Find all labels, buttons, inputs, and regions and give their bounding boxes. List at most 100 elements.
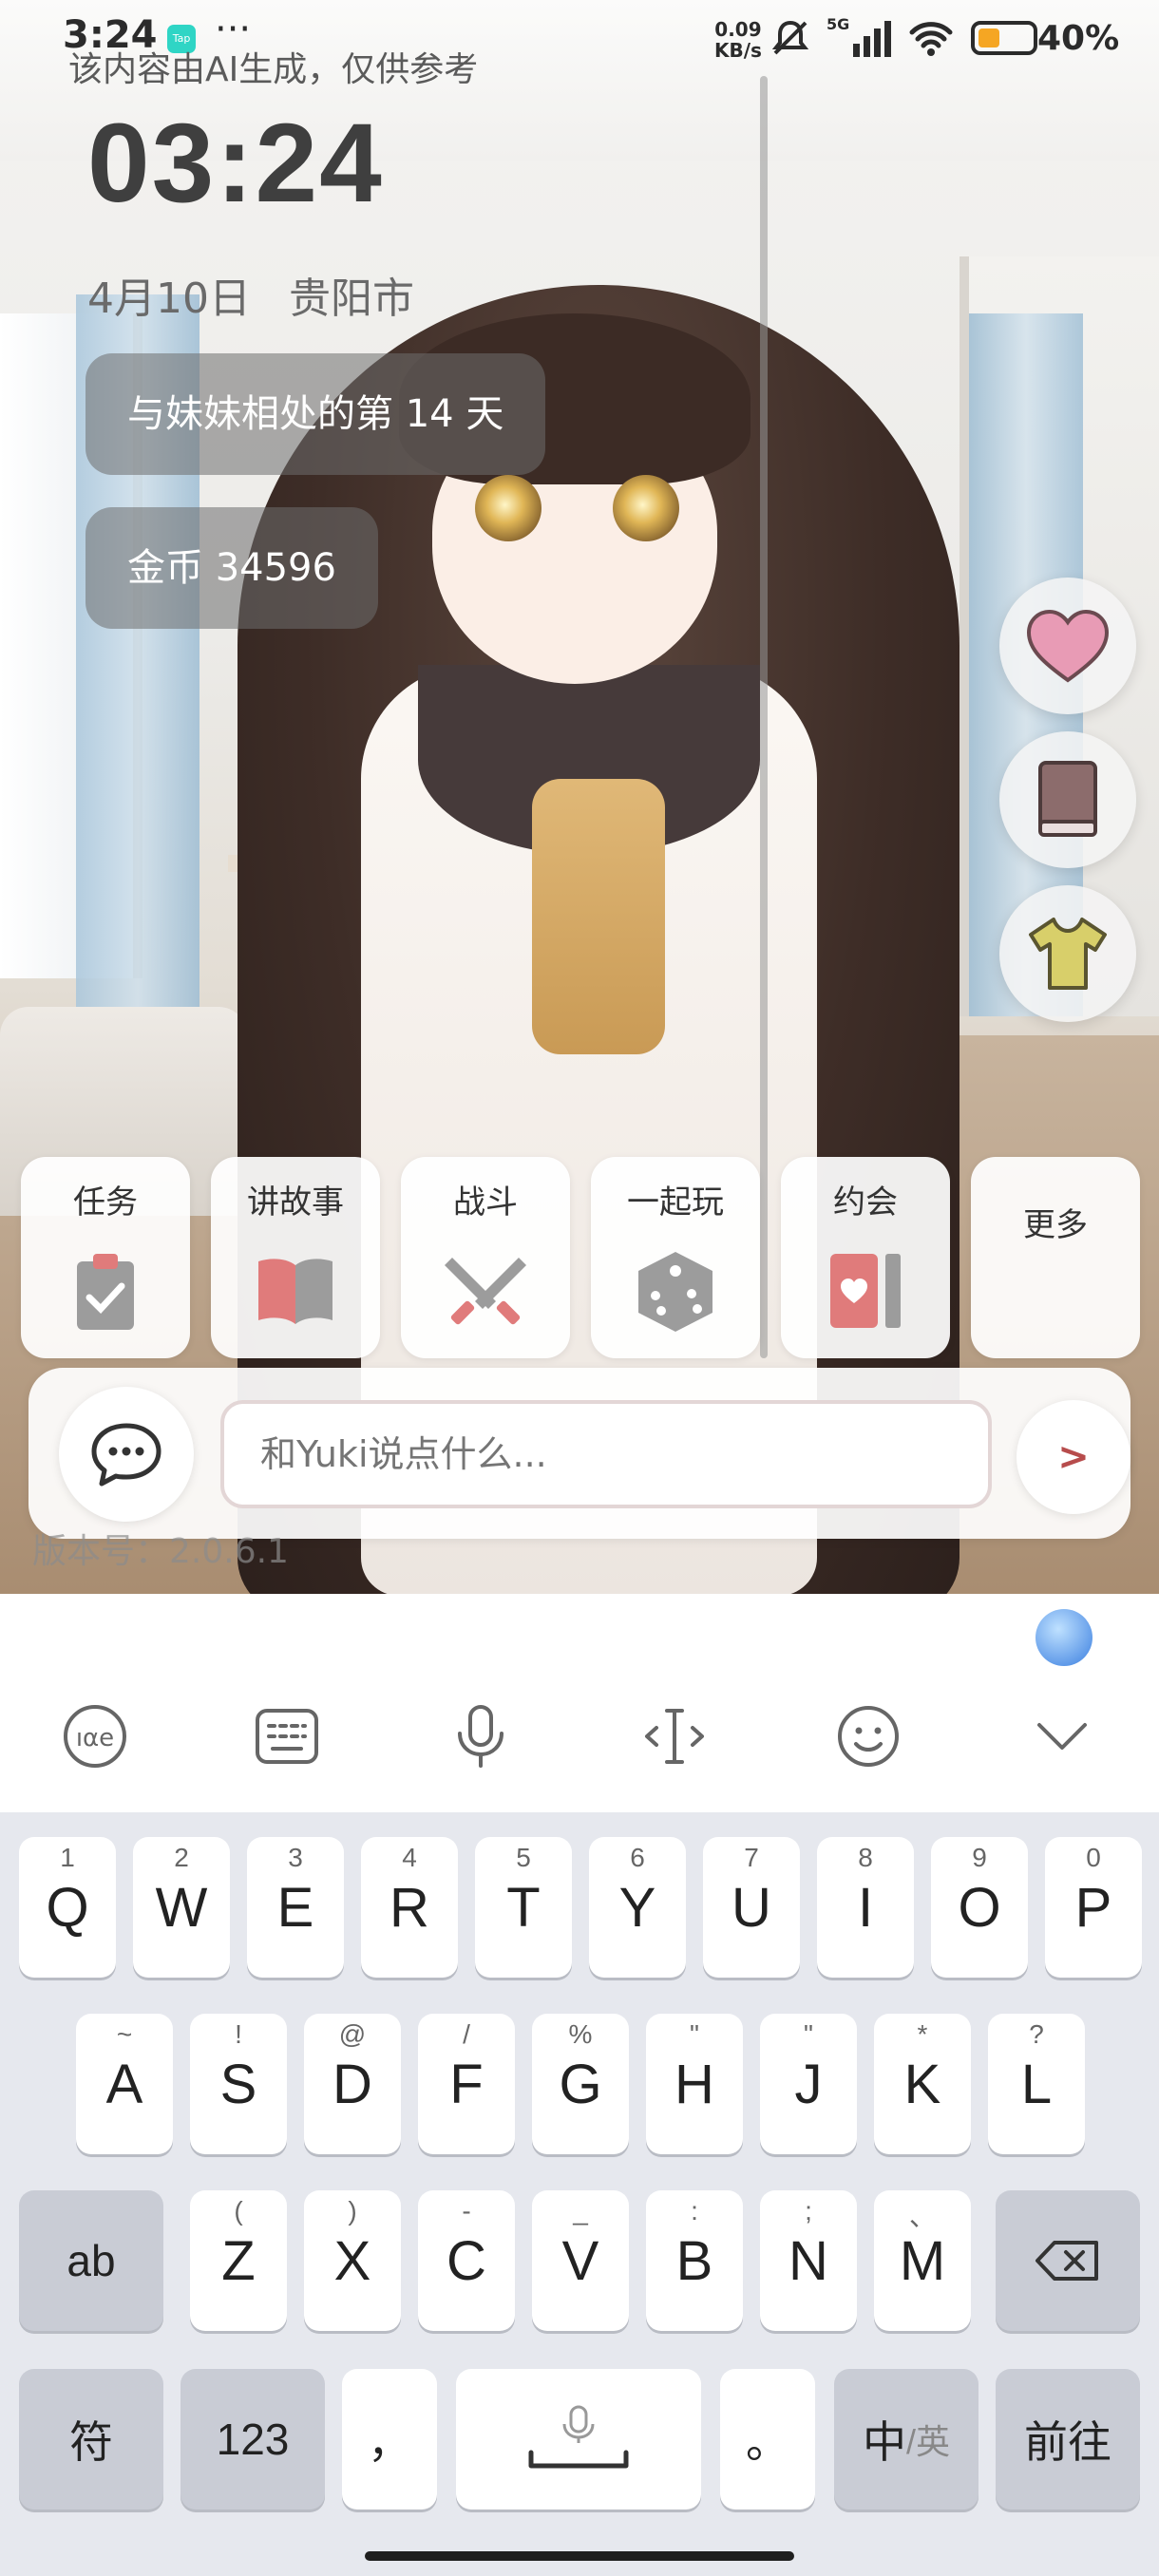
key-f[interactable]: / F <box>418 2014 515 2154</box>
key-c[interactable]: -C <box>418 2190 515 2331</box>
open-book-icon <box>258 1259 332 1324</box>
key-label: M <box>899 2229 946 2292</box>
key-hint: 9 <box>972 1843 987 1872</box>
key-label: N <box>788 2229 828 2292</box>
chat-input[interactable] <box>220 1400 992 1508</box>
key-label: X <box>333 2229 371 2292</box>
key-g[interactable]: % G <box>532 2014 629 2154</box>
key-t[interactable]: 5T <box>475 1837 572 1978</box>
home-indicator[interactable] <box>365 2551 794 2561</box>
key-m[interactable]: 、 M <box>874 2190 971 2331</box>
battle-card[interactable]: 战斗 <box>401 1157 570 1358</box>
key-j[interactable]: " J <box>760 2014 857 2154</box>
key-i[interactable]: 8I <box>817 1837 914 1978</box>
key-s[interactable]: ! S <box>190 2014 287 2154</box>
battery-icon <box>971 21 1037 55</box>
voice-input-button[interactable] <box>443 1698 519 1774</box>
key-h[interactable]: " H <box>646 2014 743 2154</box>
ab-key-label: ab <box>66 2236 116 2285</box>
key-d[interactable]: @ D <box>304 2014 401 2154</box>
diary-button[interactable] <box>999 731 1136 868</box>
key-y[interactable]: 6Y <box>589 1837 686 1978</box>
send-button[interactable]: > <box>1016 1400 1130 1514</box>
key-e[interactable]: 3E <box>247 1837 344 1978</box>
microphone-icon <box>458 1705 504 1768</box>
key-v[interactable]: _ V <box>532 2190 629 2331</box>
key-label: J <box>794 2053 823 2115</box>
key-n[interactable]: ; N <box>760 2190 857 2331</box>
key-a[interactable]: ~ A <box>76 2014 173 2154</box>
wifi-icon <box>909 22 953 56</box>
ab-key[interactable]: ab <box>19 2190 163 2331</box>
keyboard: 1Q2W3E4R5T6Y7U8I9O0P ~ A! S @ D / F% G " H " J * K? L … <box>0 1812 1159 2576</box>
ime-mascot-icon[interactable] <box>1036 1609 1092 1666</box>
keyboard-layout-button[interactable] <box>249 1698 325 1774</box>
key-hint: _ <box>573 2196 588 2226</box>
space-key[interactable] <box>456 2369 701 2510</box>
story-card[interactable]: 讲故事 <box>211 1157 380 1358</box>
date-card[interactable]: 约会 <box>781 1157 950 1358</box>
backspace-icon <box>1036 2241 1098 2281</box>
task-card[interactable]: 任务 <box>21 1157 190 1358</box>
emoji-icon <box>838 1706 899 1767</box>
key-q[interactable]: 1Q <box>19 1837 116 1978</box>
clock: 03:24 <box>87 101 384 226</box>
symbol-key-label: 符 <box>69 2417 113 2467</box>
key-l[interactable]: ? L <box>988 2014 1085 2154</box>
key-hint: 、 <box>908 2202 936 2231</box>
key-hint: ! <box>235 2019 242 2049</box>
battery-level <box>978 28 999 47</box>
key-o[interactable]: 9O <box>931 1837 1028 1978</box>
key-hint: 2 <box>174 1843 189 1872</box>
comma-key[interactable]: ， <box>342 2369 437 2510</box>
key-u[interactable]: 7U <box>703 1837 800 1978</box>
key-label: W <box>155 1876 208 1939</box>
scarf <box>532 779 665 1054</box>
crossed-swords-icon <box>445 1258 526 1325</box>
key-hint: ? <box>1029 2019 1044 2049</box>
key-hint: % <box>568 2019 593 2049</box>
symbol-key[interactable]: 符 <box>19 2369 163 2510</box>
city: 贵阳市 <box>288 275 414 323</box>
collapse-keyboard-button[interactable] <box>1024 1698 1100 1774</box>
key-w[interactable]: 2W <box>133 1837 230 1978</box>
date-location: 4月10日 贵阳市 <box>87 264 452 325</box>
favor-button[interactable] <box>999 578 1136 714</box>
space-mic-icon <box>528 2405 629 2469</box>
key-label: C <box>446 2229 486 2292</box>
emoji-button[interactable] <box>830 1698 906 1774</box>
heart-icon <box>1026 609 1110 683</box>
chat-bubble-icon <box>91 1423 162 1487</box>
key-p[interactable]: 0P <box>1045 1837 1142 1978</box>
clipboard-check-icon <box>77 1254 134 1330</box>
key-b[interactable]: :B <box>646 2190 743 2331</box>
period-key[interactable]: 。 <box>720 2369 815 2510</box>
key-label: L <box>1020 2053 1053 2115</box>
bell-muted-icon <box>771 20 809 55</box>
wardrobe-button[interactable] <box>999 885 1136 1022</box>
key-r[interactable]: 4R <box>361 1837 458 1978</box>
key-label: V <box>561 2229 599 2292</box>
key-k[interactable]: * K <box>874 2014 971 2154</box>
date-label: 约会 <box>833 1184 898 1222</box>
key-label: H <box>674 2053 714 2115</box>
key-hint: 5 <box>516 1843 531 1872</box>
network-speed: 0.09 KB/s <box>714 19 762 61</box>
go-key[interactable]: 前往 <box>996 2369 1140 2510</box>
key-hint: 4 <box>402 1843 417 1872</box>
key-label: A <box>105 2053 143 2115</box>
number-key[interactable]: 123 <box>180 2369 325 2510</box>
dice-icon <box>638 1252 712 1332</box>
chat-history-button[interactable] <box>59 1387 194 1522</box>
key-hint: " <box>690 2019 699 2049</box>
key-z[interactable]: (Z <box>190 2190 287 2331</box>
play-label: 一起玩 <box>627 1184 724 1222</box>
play-card[interactable]: 一起玩 <box>591 1157 760 1358</box>
action-cards: 任务 讲故事 战斗 一起玩 约会 更多 <box>21 1157 1140 1358</box>
key-x[interactable]: ) X <box>304 2190 401 2331</box>
ime-logo-button[interactable]: ıαe <box>57 1698 133 1774</box>
more-card[interactable]: 更多 <box>971 1157 1140 1358</box>
language-switch-key[interactable]: 中/英 <box>834 2369 978 2510</box>
backspace-key[interactable] <box>996 2190 1140 2331</box>
cursor-move-button[interactable] <box>636 1698 712 1774</box>
